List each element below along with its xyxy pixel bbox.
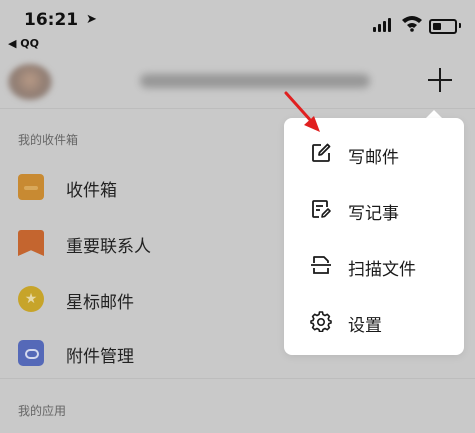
list-item-starred[interactable]: ★ 星标邮件 [0,272,300,328]
account-row[interactable] [0,56,475,108]
menu-item-scan[interactable]: 扫描文件 [284,236,464,292]
list-item-vip[interactable]: 重要联系人 [0,216,300,272]
list-item-inbox[interactable]: 收件箱 [0,160,300,216]
gear-icon [310,311,332,332]
list-item-label: 重要联系人 [66,237,151,257]
battery-nub [459,23,461,28]
scan-icon [311,256,331,274]
list-item-label: 星标邮件 [66,293,134,313]
status-time: 16:21 [24,10,79,30]
list-item-attachments[interactable]: 附件管理 [0,326,300,382]
note-icon [312,200,331,218]
compose-icon [312,143,331,162]
bookmark-icon [18,230,44,256]
account-email-blurred [140,74,370,88]
status-bar: 16:21 ➤ ◀ QQ [0,0,475,56]
divider [0,378,475,379]
menu-item-label: 写邮件 [348,148,399,168]
attachment-icon [18,340,44,366]
wifi-icon [402,16,422,32]
inbox-icon [18,174,44,200]
quick-action-menu: 写邮件 写记事 扫描文件 设置 [284,118,464,355]
section-title-apps: 我的应用 [18,404,67,418]
battery-icon [429,19,457,34]
avatar[interactable] [8,64,52,100]
back-to-qq-link[interactable]: ◀ QQ [8,37,39,50]
list-item-label: 附件管理 [66,347,134,367]
cellular-signal-icon [373,18,395,32]
menu-item-label: 写记事 [348,204,399,224]
menu-item-settings[interactable]: 设置 [284,292,464,348]
red-arrow-annotation [284,91,320,132]
menu-item-label: 扫描文件 [348,260,416,280]
menu-item-label: 设置 [348,316,382,336]
add-plus-button[interactable] [424,64,456,96]
divider [0,108,475,109]
menu-item-note[interactable]: 写记事 [284,180,464,236]
list-item-label: 收件箱 [66,181,117,201]
location-arrow-icon: ➤ [86,12,97,27]
star-icon: ★ [18,286,44,312]
section-title-mailbox: 我的收件箱 [18,133,79,147]
